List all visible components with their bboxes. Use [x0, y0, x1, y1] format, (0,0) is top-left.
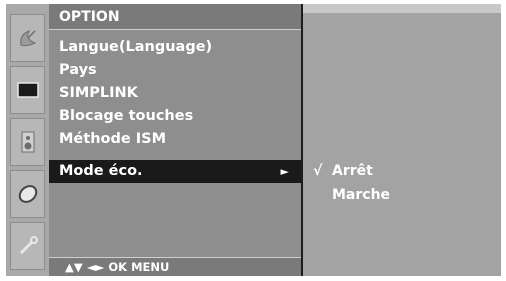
- menu-item-label: Blocage touches: [59, 108, 194, 124]
- menu-item-label: Méthode ISM: [59, 131, 167, 147]
- speaker-icon[interactable]: [10, 118, 45, 166]
- menu-title: OPTION: [49, 4, 301, 30]
- menu-item-label: Pays: [59, 62, 97, 78]
- submenu-option-arret[interactable]: √ Arrêt: [303, 160, 501, 182]
- submenu-option-label: Arrêt: [332, 163, 373, 179]
- menu-item-label: Mode éco.: [59, 163, 143, 179]
- navigation-hint-bar: ▲▼ ◄► OK MENU: [49, 257, 301, 276]
- navigation-hint: ▲▼ ◄► OK MENU: [65, 260, 170, 274]
- submenu-option-marche[interactable]: Marche: [303, 184, 501, 206]
- menu-item-label: SIMPLINK: [59, 85, 138, 101]
- menu-item-mode-eco[interactable]: Mode éco. ►: [49, 160, 301, 183]
- menu-item-pays[interactable]: Pays: [49, 59, 301, 82]
- category-sidebar: [6, 4, 49, 276]
- clock-icon[interactable]: [10, 170, 45, 218]
- submenu-header: [303, 4, 501, 13]
- menu-item-label: Langue(Language): [59, 39, 213, 55]
- submenu-arrow-icon: ►: [280, 165, 289, 178]
- menu-item-methode-ism[interactable]: Méthode ISM: [49, 128, 301, 151]
- menu-item-langue[interactable]: Langue(Language): [49, 36, 301, 59]
- menu-item-blocage-touches[interactable]: Blocage touches: [49, 105, 301, 128]
- submenu-option-label: Marche: [332, 187, 391, 203]
- satellite-dish-icon[interactable]: [10, 14, 45, 62]
- submenu-panel: [303, 4, 501, 276]
- check-icon: √: [313, 163, 323, 179]
- wrench-icon[interactable]: [10, 222, 45, 270]
- monitor-icon[interactable]: [10, 66, 45, 114]
- menu-item-simplink[interactable]: SIMPLINK: [49, 82, 301, 105]
